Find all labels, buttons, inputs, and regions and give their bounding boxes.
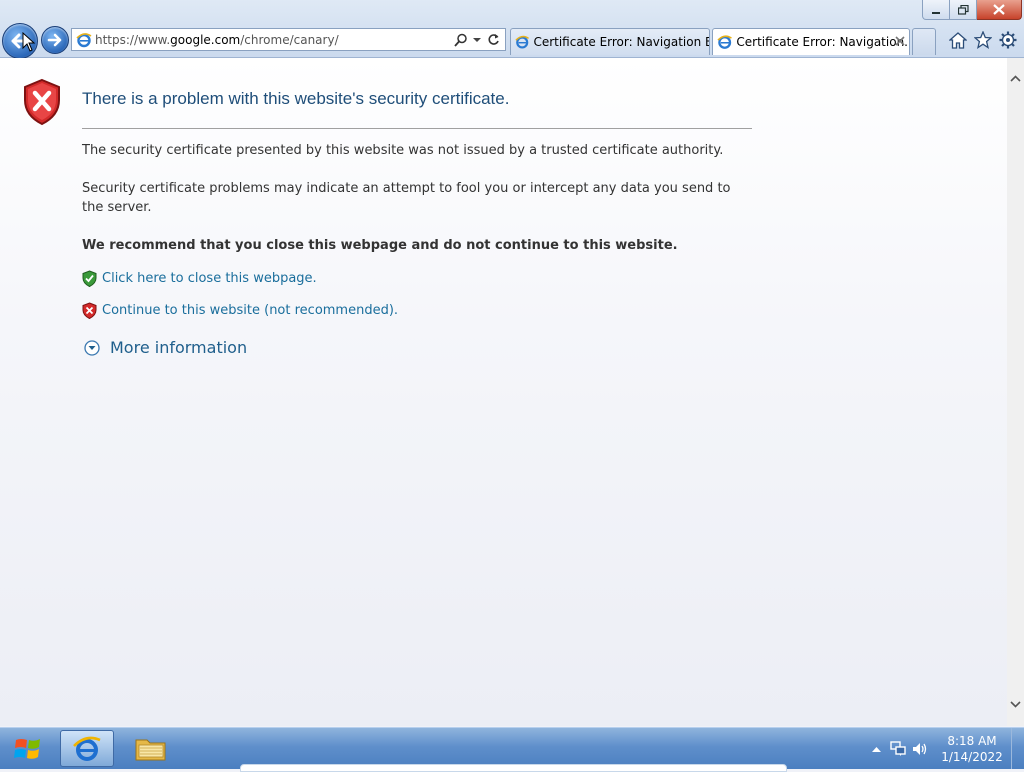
scroll-down-button[interactable] xyxy=(1007,696,1024,713)
close-tab-button[interactable] xyxy=(895,35,905,50)
close-icon xyxy=(895,36,905,46)
shield-check-icon xyxy=(82,270,97,287)
expand-circle-icon xyxy=(84,339,100,356)
ie-page-icon xyxy=(76,32,92,47)
minimize-button[interactable] xyxy=(922,0,950,20)
tab-certificate-error-2[interactable]: Certificate Error: Navigation... xyxy=(712,28,910,55)
new-tab-button[interactable] xyxy=(912,28,936,55)
refresh-button[interactable] xyxy=(485,33,501,46)
star-icon xyxy=(974,31,992,49)
network-tray-button[interactable] xyxy=(887,741,909,756)
show-hidden-icons-button[interactable] xyxy=(865,746,887,752)
recommendation-text: We recommend that you close this webpage… xyxy=(82,238,678,253)
chevron-down-icon xyxy=(1010,701,1021,708)
ie-tab-icon xyxy=(515,35,529,49)
show-desktop-button[interactable] xyxy=(1011,728,1024,769)
taskbar-thumbnail-preview xyxy=(240,764,787,772)
folder-icon xyxy=(135,739,166,760)
address-url[interactable]: https://www.google.com/chrome/canary/ xyxy=(95,33,453,47)
ie-tab-icon xyxy=(717,35,732,49)
shield-error-icon xyxy=(24,78,60,126)
restore-button[interactable] xyxy=(950,0,977,20)
close-window-button[interactable] xyxy=(977,0,1022,20)
search-icon xyxy=(454,33,467,47)
continue-website-link[interactable]: Continue to this website (not recommende… xyxy=(102,303,398,318)
system-tray: 8:18 AM 1/14/2022 xyxy=(865,728,1024,769)
forward-button[interactable] xyxy=(41,26,69,54)
start-button[interactable] xyxy=(4,730,52,768)
address-bar[interactable]: https://www.google.com/chrome/canary/ xyxy=(71,28,506,51)
window-controls xyxy=(922,0,1022,20)
certificate-error-page: There is a problem with this website's s… xyxy=(0,58,1007,726)
home-button[interactable] xyxy=(948,30,968,50)
more-information-label: More information xyxy=(110,338,248,357)
scroll-up-button[interactable] xyxy=(1007,70,1024,87)
minimize-icon xyxy=(932,11,940,14)
restore-icon xyxy=(957,4,969,15)
more-information-toggle[interactable]: More information xyxy=(84,338,247,357)
address-dropdown-button[interactable] xyxy=(469,37,485,43)
url-path: /chrome/canary/ xyxy=(240,32,339,47)
title-divider xyxy=(82,128,752,129)
taskbar-file-explorer[interactable] xyxy=(124,730,178,767)
internet-explorer-icon xyxy=(73,736,101,761)
taskbar-internet-explorer[interactable] xyxy=(60,730,114,767)
chevron-up-icon xyxy=(1010,75,1021,82)
refresh-icon xyxy=(487,34,499,45)
close-icon xyxy=(993,4,1005,15)
continue-website-action: Continue to this website (not recommende… xyxy=(82,302,398,319)
search-button[interactable] xyxy=(453,33,469,47)
tab-certificate-error-1[interactable]: Certificate Error: Navigation Bl... xyxy=(510,28,710,55)
url-prefix: https://www. xyxy=(95,32,171,47)
favorites-button[interactable] xyxy=(973,30,993,50)
vertical-scrollbar[interactable] xyxy=(1007,58,1024,726)
network-icon xyxy=(890,741,906,756)
warning-description: Security certificate problems may indica… xyxy=(82,181,731,215)
taskbar-clock[interactable]: 8:18 AM 1/14/2022 xyxy=(937,733,1007,765)
tools-button[interactable] xyxy=(998,30,1018,50)
windows-logo-icon xyxy=(14,739,40,759)
close-webpage-link[interactable]: Click here to close this webpage. xyxy=(102,271,317,286)
error-description: The security certificate presented by th… xyxy=(82,143,724,158)
browser-toolbar: https://www.google.com/chrome/canary/ Ce… xyxy=(0,0,1024,59)
page-title: There is a problem with this website's s… xyxy=(82,89,510,108)
close-webpage-action: Click here to close this webpage. xyxy=(82,270,317,287)
volume-tray-button[interactable] xyxy=(909,742,931,756)
tab-label: Certificate Error: Navigation... xyxy=(736,35,909,49)
chevron-up-icon xyxy=(871,746,881,752)
speaker-icon xyxy=(913,742,927,755)
forward-arrow-icon xyxy=(47,33,62,47)
taskbar: 8:18 AM 1/14/2022 xyxy=(0,727,1024,769)
clock-date: 1/14/2022 xyxy=(941,749,1003,764)
clock-time: 8:18 AM xyxy=(947,733,997,748)
home-icon xyxy=(949,31,967,49)
gear-icon xyxy=(999,31,1017,49)
shield-error-small-icon xyxy=(82,302,97,319)
mouse-cursor-icon xyxy=(22,32,36,52)
url-domain: google.com xyxy=(170,32,241,47)
tab-label: Certificate Error: Navigation Bl... xyxy=(533,35,709,49)
chevron-down-icon xyxy=(473,37,481,42)
